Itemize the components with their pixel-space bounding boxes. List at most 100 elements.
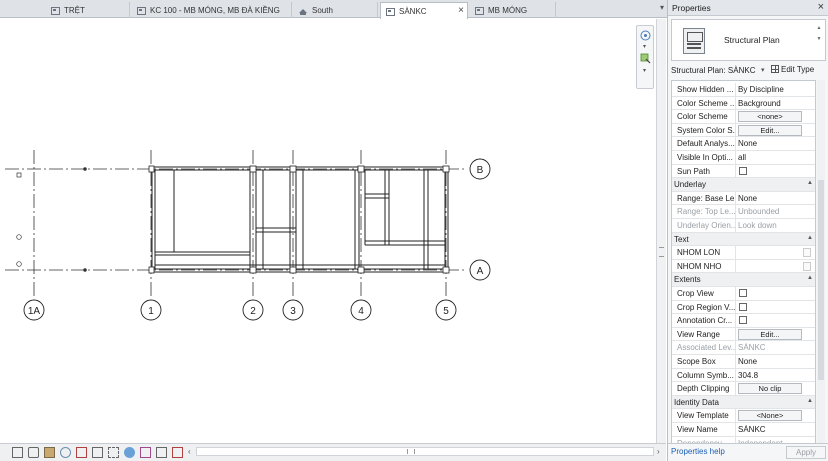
property-checkbox[interactable]: [739, 166, 747, 175]
column-divider: [735, 382, 736, 397]
steering-wheel-icon[interactable]: [640, 30, 651, 41]
property-row[interactable]: Visible In Opti... all: [672, 151, 815, 165]
property-row[interactable]: Underlay Orien... Look down: [672, 219, 815, 233]
grid-label-a: A: [477, 266, 484, 277]
property-value[interactable]: 304.8: [738, 371, 814, 380]
property-row[interactable]: Crop Region V...: [672, 300, 815, 315]
detail-level-icon[interactable]: [28, 447, 39, 458]
property-row[interactable]: View Template <None>: [672, 409, 815, 424]
type-selector[interactable]: Structural Plan ▲ ▼: [671, 19, 826, 61]
property-group-header[interactable]: Underlay ▲: [672, 178, 815, 192]
dropdown-arrow-icon[interactable]: ▾: [643, 43, 646, 50]
properties-help-link[interactable]: Properties help: [671, 447, 725, 456]
edit-type-icon: [771, 65, 779, 73]
property-row[interactable]: Color Scheme ... Background: [672, 96, 815, 111]
drawing-canvas[interactable]: 1A 1 2 3 4 5 B A: [0, 19, 656, 443]
property-row[interactable]: Scope Box None: [672, 355, 815, 369]
property-group-header[interactable]: Identity Data ▲: [672, 395, 815, 410]
property-name: System Color S...: [677, 125, 735, 135]
tab-list-dropdown-icon[interactable]: ▾: [660, 3, 664, 12]
property-row[interactable]: View Name SÀNKC: [672, 423, 815, 437]
property-row[interactable]: Show Hidden ... By Discipline: [672, 83, 815, 97]
property-value[interactable]: None: [738, 194, 814, 203]
canvas-vertical-scrollbar[interactable]: [656, 19, 666, 443]
property-value-button[interactable]: Edit...: [738, 328, 802, 340]
grid-label-5: 5: [443, 306, 449, 317]
property-value[interactable]: SÀNKC: [738, 425, 814, 434]
scroll-grip[interactable]: [407, 449, 415, 454]
scroll-thumb[interactable]: [818, 180, 824, 380]
close-tab-icon[interactable]: ×: [458, 5, 464, 16]
property-row[interactable]: Default Analys... None: [672, 137, 815, 152]
property-row[interactable]: NHOM NHO: [672, 259, 815, 274]
property-group-header[interactable]: Extents ▲: [672, 273, 815, 287]
property-row[interactable]: NHOM LON: [672, 246, 815, 261]
collapse-icon[interactable]: ▲: [807, 180, 813, 186]
property-value[interactable]: Background: [738, 99, 814, 108]
property-checkbox[interactable]: [739, 302, 747, 311]
scroll-left-icon[interactable]: ‹: [188, 447, 191, 456]
property-value[interactable]: None: [738, 139, 814, 148]
property-row[interactable]: Depth Clipping No clip: [672, 382, 815, 397]
canvas-horizontal-scrollbar[interactable]: [196, 447, 654, 456]
visual-style-icon[interactable]: [44, 447, 55, 458]
property-value-button[interactable]: Edit...: [738, 124, 802, 136]
analytical-model-icon[interactable]: [172, 447, 183, 458]
close-icon[interactable]: ×: [818, 1, 824, 13]
tab-kc100[interactable]: KC 100 - MB MÓNG, MB ĐÀ KIỀNG: [132, 2, 292, 18]
zoom-icon[interactable]: [640, 53, 651, 64]
floor-plan-icon: [136, 6, 146, 15]
property-value[interactable]: all: [738, 153, 814, 162]
property-row[interactable]: Range: Top Le... Unbounded: [672, 205, 815, 220]
tab-sankc[interactable]: SÀNKC ×: [380, 2, 468, 19]
tab-tret[interactable]: TRỆT: [46, 2, 130, 18]
crop-view-icon[interactable]: [92, 447, 103, 458]
scroll-grip[interactable]: [659, 247, 664, 257]
property-checkbox[interactable]: [739, 289, 747, 297]
property-name: NHOM NHO: [677, 261, 722, 271]
property-row[interactable]: Associated Lev... SÀNKC: [672, 341, 815, 356]
collapse-icon[interactable]: ▲: [807, 275, 813, 281]
worksharing-icon[interactable]: [156, 447, 167, 458]
sun-path-icon[interactable]: [60, 447, 71, 458]
show-crop-region-icon[interactable]: [108, 447, 119, 458]
property-value-button[interactable]: No clip: [738, 383, 802, 395]
navigation-bar: ▾ ▾: [636, 25, 654, 89]
property-row[interactable]: Crop View: [672, 287, 815, 301]
property-row[interactable]: Annotation Cr...: [672, 314, 815, 329]
property-row[interactable]: System Color S... Edit...: [672, 123, 815, 138]
collapse-icon[interactable]: ▲: [807, 235, 813, 241]
grid-label-4: 4: [358, 306, 364, 317]
property-value[interactable]: By Discipline: [738, 85, 814, 94]
property-name: View Name: [677, 425, 718, 434]
text-field[interactable]: [803, 261, 811, 271]
column-divider: [735, 423, 736, 437]
tab-south[interactable]: South: [294, 2, 378, 18]
reveal-hidden-icon[interactable]: [140, 447, 151, 458]
property-row[interactable]: Color Scheme <none>: [672, 110, 815, 125]
property-value-button[interactable]: <none>: [738, 111, 802, 123]
property-value[interactable]: None: [738, 357, 814, 366]
shadows-icon[interactable]: [76, 447, 87, 458]
scroll-right-icon[interactable]: ›: [657, 447, 660, 456]
type-selector-scroll[interactable]: ▲ ▼: [816, 23, 822, 57]
collapse-icon[interactable]: ▲: [807, 398, 813, 404]
properties-scrollbar[interactable]: [817, 80, 825, 444]
scale-icon[interactable]: [12, 447, 23, 458]
temporary-hide-icon[interactable]: [124, 447, 135, 458]
property-group-header[interactable]: Text ▲: [672, 232, 815, 247]
dropdown-arrow-icon[interactable]: ▾: [643, 67, 646, 74]
property-value-button[interactable]: <None>: [738, 410, 802, 422]
text-field[interactable]: [803, 248, 811, 258]
property-row[interactable]: View Range Edit...: [672, 327, 815, 342]
chevron-down-icon[interactable]: ▾: [761, 66, 765, 74]
property-row[interactable]: Range: Base Le... None: [672, 191, 815, 206]
apply-button[interactable]: Apply: [786, 446, 826, 459]
edit-type-button[interactable]: Edit Type: [771, 65, 814, 74]
property-name: Column Symb...: [677, 370, 734, 380]
property-row[interactable]: Column Symb... 304.8: [672, 368, 815, 383]
instance-filter-label[interactable]: Structural Plan: SÀNKC: [671, 66, 755, 75]
property-row[interactable]: Sun Path: [672, 164, 815, 179]
tab-mb-mong[interactable]: MB MÓNG: [470, 2, 556, 18]
property-checkbox[interactable]: [739, 316, 747, 325]
